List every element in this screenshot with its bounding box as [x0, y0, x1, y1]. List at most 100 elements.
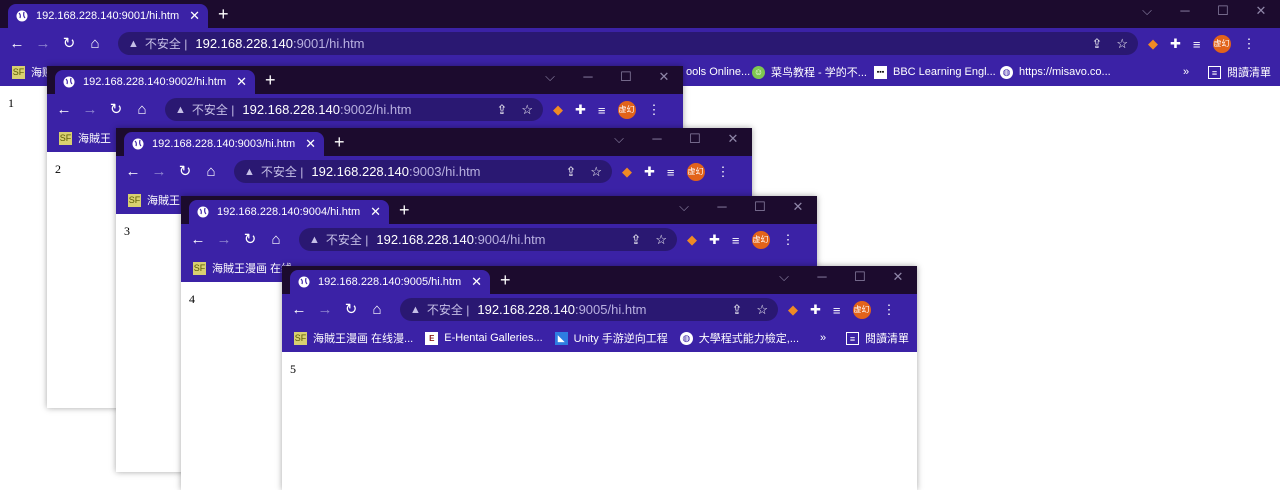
bookmark-item[interactable]: ◣ Unity 手游逆向工程 [554, 330, 668, 346]
share-icon[interactable]: ⇪ [630, 232, 641, 247]
media-queue-icon[interactable]: ≡ [1193, 37, 1201, 52]
media-queue-icon[interactable]: ≡ [667, 165, 675, 180]
avatar[interactable]: 虚幻 [852, 301, 871, 319]
maximize-button[interactable]: ☐ [607, 69, 645, 85]
minimize-button[interactable]: ─ [803, 269, 841, 285]
browser-tab[interactable]: 192.168.228.140:9004/hi.htm ✕ [189, 200, 389, 224]
minimize-button[interactable]: ─ [638, 131, 676, 147]
home-icon[interactable]: ⌂ [82, 35, 108, 52]
forward-icon[interactable]: → [30, 35, 56, 52]
extensions-puzzle-icon[interactable]: ✚ [1170, 36, 1181, 52]
metamask-fox-icon[interactable]: ◆ [553, 102, 563, 118]
bookmark-item[interactable]: ◍ 大學程式能力檢定,... [679, 330, 799, 346]
tab-search-icon[interactable]: ⌵ [531, 69, 569, 85]
minimize-button[interactable]: ─ [703, 199, 741, 215]
back-icon[interactable]: ← [51, 101, 77, 118]
avatar[interactable]: 虚幻 [617, 101, 636, 119]
reload-icon[interactable]: ↻ [338, 300, 364, 318]
reload-icon[interactable]: ↻ [103, 100, 129, 118]
close-tab-icon[interactable]: ✕ [305, 136, 316, 152]
minimize-button[interactable]: ─ [569, 69, 607, 85]
tab-search-icon[interactable]: ⌵ [665, 199, 703, 215]
menu-kebab-icon[interactable]: ⋮ [883, 302, 896, 318]
reading-list-button[interactable]: ≡ 閱讀清單 [846, 330, 909, 346]
warning-icon[interactable]: ▲ [309, 234, 320, 246]
share-icon[interactable]: ⇪ [565, 164, 576, 179]
bookmark-item[interactable]: SF 海賊王漫画 在线 [193, 260, 292, 276]
metamask-fox-icon[interactable]: ◆ [622, 164, 632, 180]
menu-kebab-icon[interactable]: ⋮ [648, 102, 661, 118]
share-icon[interactable]: ⇪ [1091, 36, 1102, 51]
minimize-button[interactable]: ─ [1166, 3, 1204, 19]
browser-tab[interactable]: 192.168.228.140:9002/hi.htm ✕ [55, 70, 255, 94]
bookmark-star-icon[interactable]: ☆ [756, 302, 768, 317]
tab-search-icon[interactable]: ⌵ [1128, 3, 1166, 19]
bookmarks-overflow-icon[interactable]: » [820, 332, 826, 344]
close-window-button[interactable]: ✕ [645, 69, 683, 85]
extensions-puzzle-icon[interactable]: ✚ [575, 102, 586, 118]
bookmark-star-icon[interactable]: ☆ [590, 164, 602, 179]
extensions-puzzle-icon[interactable]: ✚ [810, 302, 821, 318]
menu-kebab-icon[interactable]: ⋮ [782, 232, 795, 248]
tab-search-icon[interactable]: ⌵ [765, 269, 803, 285]
avatar[interactable]: 虚幻 [1212, 35, 1231, 53]
metamask-fox-icon[interactable]: ◆ [788, 302, 798, 318]
bookmark-item[interactable]: ▪▪▪ BBC Learning Engl... [874, 65, 996, 79]
address-bar[interactable]: ▲ 不安全 | 192.168.228.140:9005/hi.htm ⇪ ☆ [400, 298, 778, 321]
browser-tab[interactable]: 192.168.228.140:9001/hi.htm ✕ [8, 4, 208, 28]
maximize-button[interactable]: ☐ [676, 131, 714, 147]
reload-icon[interactable]: ↻ [237, 230, 263, 248]
close-tab-icon[interactable]: ✕ [471, 274, 482, 290]
reload-icon[interactable]: ↻ [172, 162, 198, 180]
warning-icon[interactable]: ▲ [244, 166, 255, 178]
bookmark-item[interactable]: SF 海賊王漫画 在线漫... [294, 330, 413, 346]
address-bar[interactable]: ▲ 不安全 | 192.168.228.140:9004/hi.htm ⇪ ☆ [299, 228, 677, 251]
new-tab-button[interactable]: + [500, 270, 511, 290]
reading-list-button[interactable]: ≡ 閱讀清單 [1208, 64, 1271, 80]
bookmark-item[interactable]: SF 海賊王 [128, 192, 180, 208]
reload-icon[interactable]: ↻ [56, 34, 82, 52]
bookmark-item[interactable]: SF 海賊王 [59, 130, 111, 146]
browser-tab[interactable]: 192.168.228.140:9003/hi.htm ✕ [124, 132, 324, 156]
tab-search-icon[interactable]: ⌵ [600, 131, 638, 147]
bookmark-star-icon[interactable]: ☆ [1116, 36, 1128, 51]
warning-icon[interactable]: ▲ [410, 304, 421, 316]
close-window-button[interactable]: ✕ [879, 269, 917, 285]
home-icon[interactable]: ⌂ [198, 163, 224, 180]
close-window-button[interactable]: ✕ [714, 131, 752, 147]
bookmark-item[interactable]: ◍ https://misavo.co... [1000, 65, 1111, 79]
home-icon[interactable]: ⌂ [129, 101, 155, 118]
forward-icon[interactable]: → [312, 301, 338, 318]
bookmark-item[interactable]: E E-Hentai Galleries... [425, 331, 543, 345]
maximize-button[interactable]: ☐ [841, 269, 879, 285]
bookmark-item[interactable]: ☺ 菜鸟教程 - 学的不... [752, 64, 867, 80]
avatar[interactable]: 虚幻 [751, 231, 770, 249]
close-window-button[interactable]: ✕ [1242, 3, 1280, 19]
home-icon[interactable]: ⌂ [263, 231, 289, 248]
warning-icon[interactable]: ▲ [128, 38, 139, 50]
menu-kebab-icon[interactable]: ⋮ [717, 164, 730, 180]
forward-icon[interactable]: → [146, 163, 172, 180]
media-queue-icon[interactable]: ≡ [732, 233, 740, 248]
media-queue-icon[interactable]: ≡ [833, 303, 841, 318]
close-window-button[interactable]: ✕ [779, 199, 817, 215]
bookmarks-overflow-icon[interactable]: » [1183, 66, 1189, 78]
extensions-puzzle-icon[interactable]: ✚ [644, 164, 655, 180]
new-tab-button[interactable]: + [399, 200, 410, 220]
menu-kebab-icon[interactable]: ⋮ [1243, 36, 1256, 52]
address-bar[interactable]: ▲ 不安全 | 192.168.228.140:9002/hi.htm ⇪ ☆ [165, 98, 543, 121]
address-bar[interactable]: ▲ 不安全 | 192.168.228.140:9001/hi.htm ⇪ ☆ [118, 32, 1138, 55]
new-tab-button[interactable]: + [218, 4, 229, 24]
close-tab-icon[interactable]: ✕ [370, 204, 381, 220]
close-tab-icon[interactable]: ✕ [236, 74, 247, 90]
forward-icon[interactable]: → [77, 101, 103, 118]
bookmark-star-icon[interactable]: ☆ [655, 232, 667, 247]
home-icon[interactable]: ⌂ [364, 301, 390, 318]
maximize-button[interactable]: ☐ [741, 199, 779, 215]
close-tab-icon[interactable]: ✕ [189, 8, 200, 24]
share-icon[interactable]: ⇪ [731, 302, 742, 317]
forward-icon[interactable]: → [211, 231, 237, 248]
back-icon[interactable]: ← [4, 35, 30, 52]
back-icon[interactable]: ← [185, 231, 211, 248]
new-tab-button[interactable]: + [334, 132, 345, 152]
